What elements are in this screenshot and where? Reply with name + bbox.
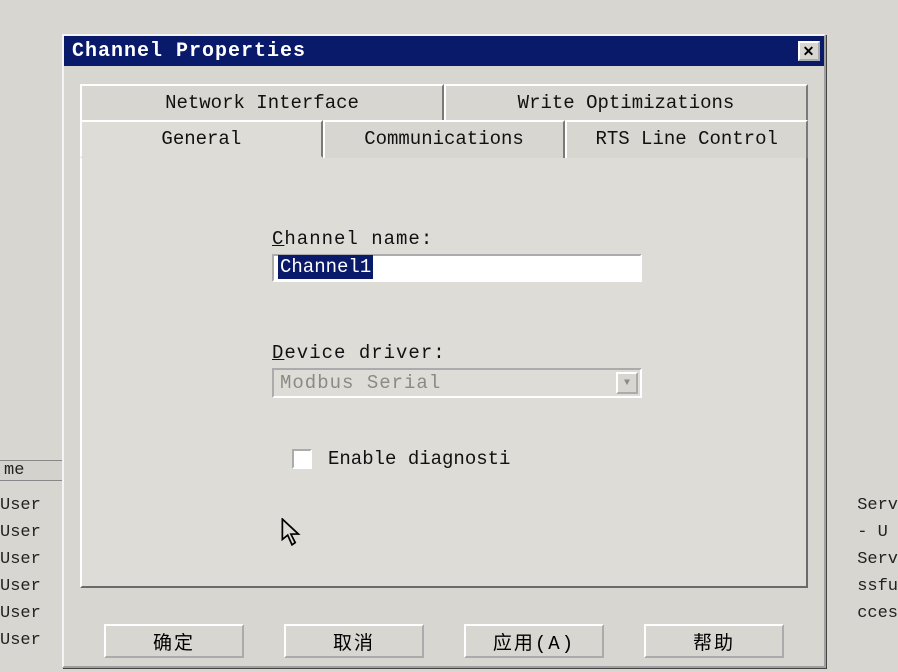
help-button[interactable]: 帮助 xyxy=(644,624,784,658)
tab-body-general: Channel name: Channel1 Device driver: Mo… xyxy=(80,158,808,588)
tab-general[interactable]: General xyxy=(80,120,323,158)
bg-right-rows: Serv- UServssfucces xyxy=(857,492,898,627)
channel-name-label: Channel name: xyxy=(272,228,782,250)
bg-user-row: User xyxy=(0,519,41,546)
ok-button[interactable]: 确定 xyxy=(104,624,244,658)
tab-row-front: General Communications RTS Line Control xyxy=(80,120,808,158)
bg-user-row: User xyxy=(0,600,41,627)
enable-diagnostics-checkbox[interactable] xyxy=(292,449,312,469)
device-driver-value: Modbus Serial xyxy=(280,372,441,394)
bg-user-row: User xyxy=(0,573,41,600)
bg-left-rows: User User User User User User xyxy=(0,492,41,654)
tab-row-back: Network Interface Write Optimizations xyxy=(80,84,808,120)
dialog-button-row: 确定 取消 应用(A) 帮助 xyxy=(64,624,824,658)
dialog-title: Channel Properties xyxy=(72,40,306,63)
tab-rts-line-control[interactable]: RTS Line Control xyxy=(565,120,808,158)
tab-write-optimizations[interactable]: Write Optimizations xyxy=(444,84,808,120)
tab-communications[interactable]: Communications xyxy=(323,120,566,158)
bg-right-row: Serv xyxy=(857,492,898,519)
tab-network-interface[interactable]: Network Interface xyxy=(80,84,444,120)
titlebar: Channel Properties ✕ xyxy=(64,36,824,66)
channel-properties-dialog: Channel Properties ✕ Network Interface W… xyxy=(62,34,826,668)
channel-name-input[interactable]: Channel1 xyxy=(272,254,642,282)
apply-button[interactable]: 应用(A) xyxy=(464,624,604,658)
bg-right-row: Serv xyxy=(857,546,898,573)
device-driver-label: Device driver: xyxy=(272,342,782,364)
bg-right-row: - U xyxy=(857,519,898,546)
bg-right-row: ssfu xyxy=(857,573,898,600)
bg-right-row: cces xyxy=(857,600,898,627)
cancel-button[interactable]: 取消 xyxy=(284,624,424,658)
bg-user-row: User xyxy=(0,492,41,519)
device-driver-combobox[interactable]: Modbus Serial ▼ xyxy=(272,368,642,398)
close-button[interactable]: ✕ xyxy=(798,41,820,61)
bg-user-row: User xyxy=(0,627,41,654)
bg-user-row: User xyxy=(0,546,41,573)
enable-diagnostics-label: Enable diagnosti xyxy=(328,448,510,470)
chevron-down-icon: ▼ xyxy=(616,372,638,394)
